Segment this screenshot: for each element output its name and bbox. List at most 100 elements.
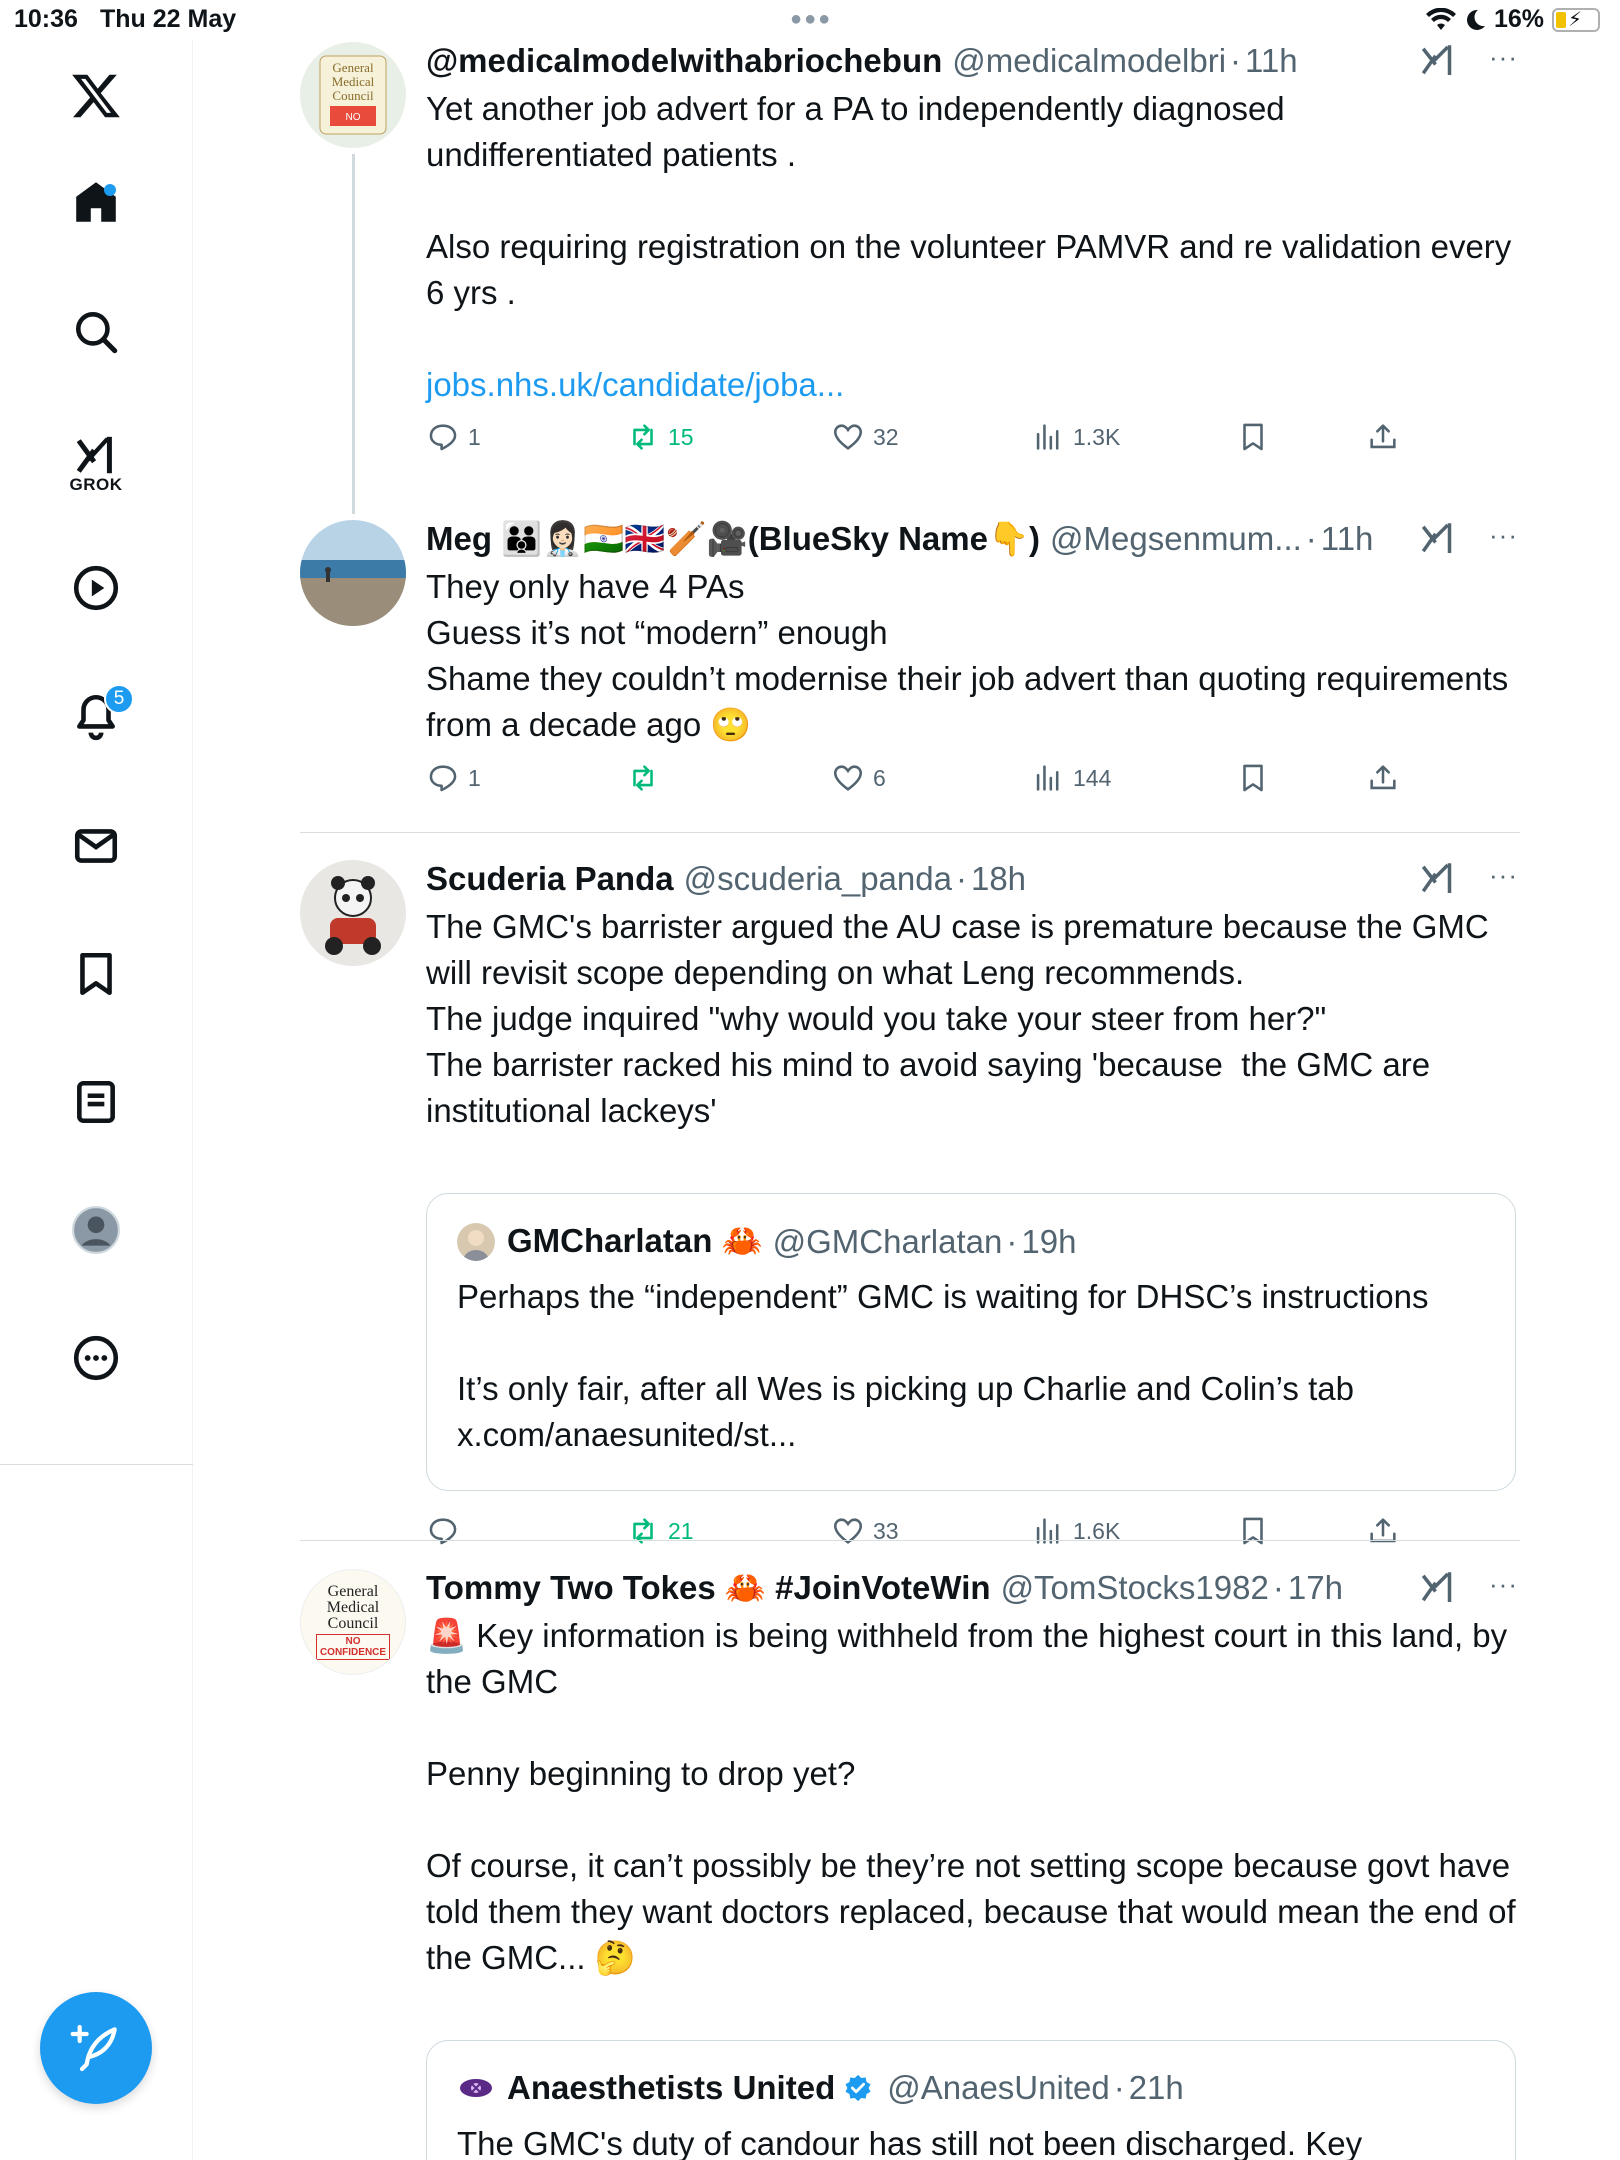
tweet-header: Scuderia Panda @scuderia_panda · 18h xyxy=(426,858,1520,900)
sidebar-item-home[interactable] xyxy=(48,154,144,250)
views-icon xyxy=(1036,765,1059,791)
bookmark-icon xyxy=(1243,1517,1263,1545)
quote-avatar xyxy=(457,2069,495,2107)
author-handle[interactable]: @TomStocks1982 xyxy=(1001,1569,1269,1607)
author-handle[interactable]: @Megsenmum... xyxy=(1050,520,1302,558)
quote-time[interactable]: 19h xyxy=(1021,1223,1076,1261)
sidebar-item-explore[interactable] xyxy=(48,284,144,380)
notification-badge: 5 xyxy=(104,684,134,714)
author-handle[interactable]: @scuderia_panda xyxy=(684,860,952,898)
bookmark-button[interactable] xyxy=(1236,420,1270,454)
like-count: 32 xyxy=(873,423,899,450)
tweet-time[interactable]: 11h xyxy=(1321,520,1374,558)
share-button[interactable] xyxy=(1366,761,1400,795)
mail-icon xyxy=(74,829,118,863)
quote-time[interactable]: 21h xyxy=(1129,2069,1184,2107)
grok-icon[interactable] xyxy=(1418,518,1460,560)
share-icon xyxy=(1370,765,1396,790)
sidebar-item-profile[interactable] xyxy=(48,1182,144,1278)
share-icon xyxy=(1370,424,1396,449)
charging-bolt-icon: ⚡ xyxy=(1568,8,1583,31)
more-options-icon[interactable]: ··· xyxy=(1489,1569,1518,1600)
reply-button[interactable]: 1 xyxy=(426,420,481,454)
sidebar-item-more[interactable] xyxy=(48,1310,144,1406)
views-button[interactable]: 1.6K xyxy=(1031,1514,1120,1548)
author-name[interactable]: Scuderia Panda xyxy=(426,860,674,898)
like-button[interactable]: 6 xyxy=(831,761,886,795)
retweet-button[interactable]: 15 xyxy=(626,420,694,454)
sidebar-item-grok[interactable]: GROK xyxy=(48,416,144,512)
sidebar-item-video[interactable] xyxy=(48,540,144,636)
grok-icon[interactable] xyxy=(1418,858,1460,900)
sidebar-item-lists[interactable] xyxy=(48,1054,144,1150)
share-button[interactable] xyxy=(1366,1514,1400,1548)
like-button[interactable]: 33 xyxy=(831,1514,899,1548)
like-button[interactable]: 32 xyxy=(831,420,899,454)
author-name[interactable]: Meg 👪👩🏻‍⚕️🇮🇳🇬🇧🏏🎥(BlueSky Name👇) xyxy=(426,520,1040,559)
tweet-time[interactable]: 17h xyxy=(1288,1569,1343,1607)
retweet-button[interactable]: 21 xyxy=(626,1514,694,1548)
quote-author-handle[interactable]: @GMCharlatan xyxy=(773,1223,1003,1261)
quote-header: Anaesthetists United @AnaesUnited · 21h xyxy=(457,2069,1184,2107)
x-logo[interactable] xyxy=(48,48,144,144)
views-icon xyxy=(1036,1518,1059,1544)
views-button[interactable]: 1.3K xyxy=(1031,420,1120,454)
grok-icon[interactable] xyxy=(1418,40,1460,82)
more-icon xyxy=(73,1335,119,1381)
sidebar-item-bookmarks[interactable] xyxy=(48,926,144,1022)
bookmark-button[interactable] xyxy=(1236,1514,1270,1548)
battery-icon: ⚡ xyxy=(1552,7,1600,32)
quoted-tweet[interactable]: Anaesthetists United @AnaesUnited · 21h … xyxy=(426,2040,1516,2160)
quote-author-name[interactable]: Anaesthetists United xyxy=(507,2069,835,2107)
retweet-icon xyxy=(633,1518,653,1544)
tweet-header: @medicalmodelwithabriochebun @medicalmod… xyxy=(426,40,1520,82)
more-options-icon[interactable]: ··· xyxy=(1489,860,1518,891)
stamp-line: CONFIDENCE xyxy=(319,1647,387,1658)
multitask-dots-icon[interactable]: ●●● xyxy=(790,8,832,31)
svg-text:Council: Council xyxy=(332,88,374,103)
author-handle[interactable]: @medicalmodelbri xyxy=(952,42,1226,80)
separator-dot: · xyxy=(1272,1569,1284,1606)
reply-button[interactable]: 1 xyxy=(426,761,481,795)
share-button[interactable] xyxy=(1366,420,1400,454)
separator-dot: · xyxy=(1305,520,1317,557)
avatar[interactable] xyxy=(300,860,406,966)
tweet-link[interactable]: jobs.nhs.uk/candidate/joba... xyxy=(426,366,844,403)
quote-text: Perhaps the “independent” GMC is waiting… xyxy=(457,1278,1429,1453)
more-options-icon[interactable]: ··· xyxy=(1489,520,1518,551)
avatar[interactable]: General Medical Council NO xyxy=(300,42,406,148)
avatar[interactable] xyxy=(300,520,406,626)
views-button[interactable]: 144 xyxy=(1031,761,1111,795)
author-name[interactable]: Tommy Two Tokes 🦀 #JoinVoteWin xyxy=(426,1569,991,1608)
sidebar-item-notifications[interactable]: 5 xyxy=(48,668,144,764)
sidebar-item-messages[interactable] xyxy=(48,798,144,894)
moon-icon xyxy=(1466,9,1485,30)
grok-icon[interactable] xyxy=(1418,1567,1460,1609)
quoted-tweet[interactable]: GMCharlatan 🦀 @GMCharlatan · 19h Perhaps… xyxy=(426,1193,1516,1491)
tweet-body: Tommy Two Tokes 🦀 #JoinVoteWin @TomStock… xyxy=(426,1567,1520,1981)
reply-count: 1 xyxy=(468,764,481,791)
retweet-button[interactable] xyxy=(626,761,668,795)
tweet-body: Meg 👪👩🏻‍⚕️🇮🇳🇬🇧🏏🎥(BlueSky Name👇) @Megsenm… xyxy=(426,518,1520,748)
tweet-time[interactable]: 18h xyxy=(971,860,1026,898)
gmc-avatar-image: General Medical Council NO xyxy=(300,42,406,148)
quote-author-name[interactable]: GMCharlatan 🦀 xyxy=(507,1222,763,1261)
tweet-time[interactable]: 11h xyxy=(1245,42,1298,80)
avatar-line: Medical xyxy=(326,1599,380,1616)
compose-button[interactable] xyxy=(40,1992,152,2104)
search-icon xyxy=(76,312,118,354)
quote-author-handle[interactable]: @AnaesUnited xyxy=(887,2069,1109,2107)
status-time: 10:36 xyxy=(14,5,78,33)
beach-avatar-image xyxy=(300,520,406,626)
reply-button[interactable] xyxy=(426,1514,468,1548)
more-options-icon[interactable]: ··· xyxy=(1489,42,1518,73)
avatar[interactable]: General Medical Council NO CONFIDENCE xyxy=(300,1569,406,1675)
tweet-actions: 1 6 144 xyxy=(426,761,1426,811)
sidebar: GROK 5 xyxy=(0,40,193,2160)
reply-icon xyxy=(429,424,457,451)
reply-icon xyxy=(429,1518,457,1545)
retweet-count: 15 xyxy=(668,423,694,450)
author-name[interactable]: @medicalmodelwithabriochebun xyxy=(426,42,942,80)
battery-percent: 16% xyxy=(1493,5,1544,33)
bookmark-button[interactable] xyxy=(1236,761,1270,795)
